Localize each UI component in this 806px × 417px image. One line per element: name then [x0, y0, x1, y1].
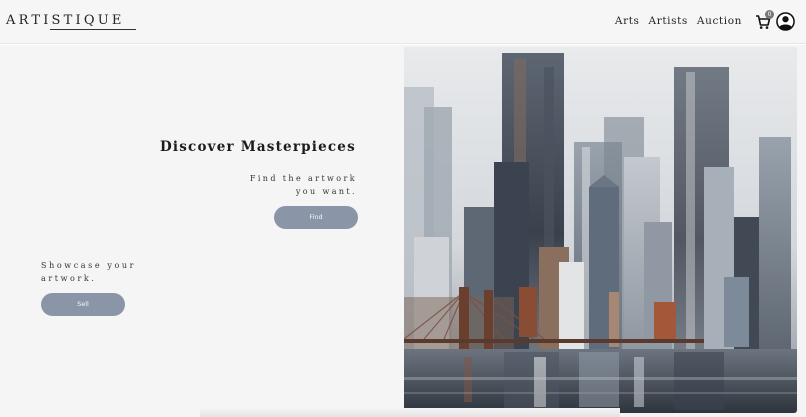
city-skyline-artwork — [404, 47, 797, 413]
top-navigation-bar: ARTISTIQUE Arts Artists Auction 0 — [0, 0, 806, 44]
bottom-shadow — [200, 408, 620, 417]
nav-arts-link[interactable]: Arts — [615, 15, 640, 27]
nav-auction-link[interactable]: Auction — [697, 15, 742, 27]
city-painting-image — [404, 47, 797, 413]
cart-count-badge: 0 — [765, 10, 774, 19]
hero-left-panel — [0, 45, 404, 417]
nav-artists-link[interactable]: Artists — [649, 15, 688, 27]
user-account-icon[interactable] — [776, 12, 795, 31]
find-button[interactable]: Find — [274, 206, 358, 229]
hero-title: Discover Masterpieces — [160, 139, 356, 155]
sell-button[interactable]: Sell — [41, 293, 125, 316]
site-logo[interactable]: ARTISTIQUE — [6, 13, 125, 28]
showcase-artwork-text: Showcase your artwork. — [41, 261, 137, 283]
find-artwork-text: Find the artwork you want. — [249, 174, 357, 196]
main-nav: Arts Artists Auction — [615, 15, 742, 27]
logo-underline — [50, 29, 136, 30]
